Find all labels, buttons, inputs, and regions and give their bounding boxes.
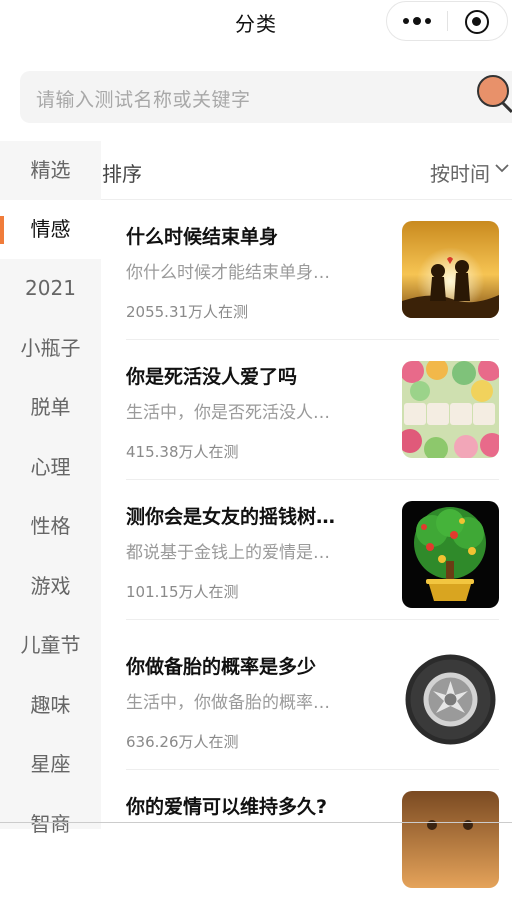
item-title: 什么时候结束单身 — [126, 226, 279, 248]
item-participants: 415.38万人在测 — [126, 443, 239, 461]
category-sidebar: 精选 情感 2021 小瓶子 脱单 心理 性格 游戏 儿童节 趣味 星座 智商 — [0, 141, 101, 836]
search-input[interactable]: 请输入测试名称或关键字 — [36, 85, 251, 112]
sidebar-item-personality[interactable]: 性格 — [0, 497, 101, 556]
sidebar-item-zodiac[interactable]: 星座 — [0, 735, 101, 794]
love-candy-image — [402, 361, 499, 458]
mini-program-capsule — [386, 1, 508, 41]
item-divider — [126, 619, 499, 620]
item-title: 你做备胎的概率是多少 — [126, 656, 317, 678]
sidebar-item-childrens-day[interactable]: 儿童节 — [0, 616, 101, 675]
sidebar-item-fun[interactable]: 趣味 — [0, 676, 101, 735]
list-item[interactable]: 你的爱情可以维持多久? — [101, 770, 512, 910]
capsule-divider — [447, 11, 448, 31]
bottom-border — [0, 822, 512, 823]
sort-header: 排序 按时间 — [101, 141, 512, 200]
item-description: 生活中，你是否死活没人… — [126, 403, 330, 423]
sidebar-item-psychology[interactable]: 心理 — [0, 438, 101, 497]
item-participants: 101.15万人在测 — [126, 583, 239, 601]
money-tree-image — [402, 501, 499, 608]
more-options-icon[interactable] — [403, 17, 433, 27]
sidebar-item-2021[interactable]: 2021 — [0, 259, 101, 318]
item-title: 你是死活没人爱了吗 — [126, 366, 298, 388]
item-participants: 2055.31万人在测 — [126, 303, 249, 321]
search-icon[interactable] — [477, 75, 512, 114]
sidebar-item-dating[interactable]: 脱单 — [0, 378, 101, 437]
couple-landscape-image — [402, 791, 499, 888]
list-item[interactable]: 测你会是女友的摇钱树… 都说基于金钱上的爱情是… 101.15万人在测 — [101, 480, 512, 620]
sidebar-item-featured[interactable]: 精选 — [0, 141, 101, 200]
sidebar-item-small-bottle[interactable]: 小瓶子 — [0, 319, 101, 378]
close-program-icon[interactable] — [465, 10, 489, 34]
item-description: 生活中，你做备胎的概率… — [126, 693, 330, 713]
search-bar[interactable]: 请输入测试名称或关键字 — [20, 71, 512, 123]
sort-by-time-dropdown[interactable]: 按时间 — [430, 158, 490, 187]
list-item[interactable]: 你做备胎的概率是多少 生活中，你做备胎的概率… 636.26万人在测 — [101, 630, 512, 770]
list-item[interactable]: 什么时候结束单身 你什么时候才能结束单身… 2055.31万人在测 — [101, 200, 512, 340]
active-indicator — [0, 216, 4, 244]
sort-label: 排序 — [102, 162, 142, 186]
item-participants: 636.26万人在测 — [126, 733, 239, 751]
sidebar-item-games[interactable]: 游戏 — [0, 557, 101, 616]
spare-tire-image — [402, 651, 499, 748]
chevron-down-icon[interactable] — [494, 161, 510, 175]
sidebar-item-emotion[interactable]: 情感 — [0, 200, 101, 259]
item-description: 都说基于金钱上的爱情是… — [126, 543, 330, 563]
item-description: 你什么时候才能结束单身… — [126, 263, 330, 283]
sunset-couple-image — [402, 221, 499, 318]
item-title: 你的爱情可以维持多久? — [126, 796, 328, 818]
navigation-bar: 分类 — [0, 0, 512, 44]
sidebar-item-iq[interactable]: 智商 — [0, 795, 101, 854]
item-title: 测你会是女友的摇钱树… — [126, 506, 336, 528]
list-item[interactable]: 你是死活没人爱了吗 生活中，你是否死活没人… 415.38万人在测 — [101, 340, 512, 480]
